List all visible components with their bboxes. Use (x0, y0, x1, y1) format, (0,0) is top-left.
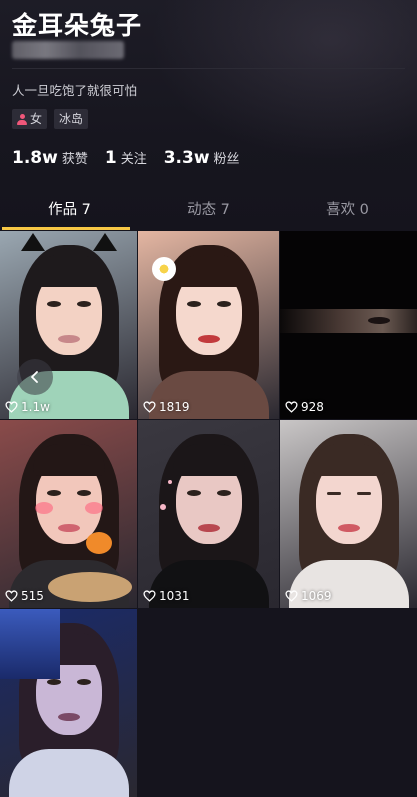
eye-right (217, 301, 231, 307)
redacted-user-id (12, 41, 124, 59)
flower-icon (152, 257, 176, 281)
tab-works-label: 作品 7 (48, 202, 91, 218)
video-thumbnail[interactable]: 1819 (137, 231, 279, 419)
lips-shape (57, 335, 80, 343)
like-count-text: 515 (21, 589, 44, 603)
profile-bio: 人一旦吃饱了就很可怕 (12, 83, 138, 98)
lips-shape (57, 713, 80, 721)
eye-right (76, 301, 91, 307)
profile-stats: 1.8w 获赞 1 关注 3.3w 粉丝 (12, 148, 257, 168)
gender-tag: 女 (12, 109, 48, 129)
tab-active-indicator (2, 227, 130, 230)
shirt-shape (8, 749, 129, 797)
stat-followers-label: 粉丝 (213, 152, 240, 167)
stat-followers-value: 3.3w (163, 148, 210, 168)
tab-activity-label: 动态 7 (187, 202, 230, 218)
profile-nickname: 金耳朵兔子 (12, 11, 143, 40)
video-thumbnail[interactable]: 1.1w (0, 231, 137, 419)
video-like-count: 1819 (143, 400, 190, 414)
eye-right (76, 679, 91, 685)
eye-left (46, 679, 61, 685)
blush-right (84, 502, 103, 514)
stat-followers[interactable]: 3.3w 粉丝 (164, 148, 240, 168)
video-grid: 1.1w 1819 928 515 1031 1069 (0, 231, 417, 797)
region-tag-label: 冰岛 (59, 112, 84, 126)
video-like-count: 515 (5, 589, 44, 603)
food-plate (48, 572, 132, 602)
bangs-shape (173, 444, 245, 476)
car-window (0, 609, 60, 679)
back-button[interactable] (17, 359, 53, 395)
cat-ear-right-icon (92, 233, 117, 251)
tab-activity[interactable]: 动态 7 (139, 196, 278, 230)
bangs-shape (32, 255, 105, 287)
eye-right (217, 490, 231, 496)
tab-likes[interactable]: 喜欢 0 (278, 196, 417, 230)
lips-shape (198, 524, 220, 532)
video-like-count: 928 (285, 400, 324, 414)
cat-ear-left-icon (20, 233, 45, 251)
heart-outline-icon (143, 401, 156, 413)
eye-right (357, 492, 371, 495)
eye-left (187, 301, 201, 307)
heart-outline-icon (5, 590, 18, 602)
heart-outline-icon (5, 401, 18, 413)
like-count-text: 1031 (159, 589, 190, 603)
profile-header: 金耳朵兔子 人一旦吃饱了就很可怕 女 冰岛 1.8w 获赞 1 关注 3.3w … (0, 0, 417, 230)
like-count-text: 928 (301, 400, 324, 414)
sparkle-decoration (168, 480, 172, 484)
eye-right (76, 490, 91, 496)
bangs-shape (32, 444, 105, 476)
video-thumbnail[interactable]: 928 (279, 231, 417, 419)
divider (12, 68, 405, 69)
video-like-count: 1031 (143, 589, 190, 603)
heart-outline-icon (285, 401, 298, 413)
video-like-count: 1.1w (5, 400, 50, 414)
header-background (150, 0, 417, 160)
region-tag: 冰岛 (54, 109, 89, 129)
video-like-count: 1069 (285, 589, 332, 603)
eye-left (327, 492, 341, 495)
gender-tag-label: 女 (30, 112, 43, 126)
heart-outline-icon (143, 590, 156, 602)
video-thumbnail[interactable]: 515 (0, 420, 137, 608)
eye-left (46, 301, 61, 307)
video-thumbnail[interactable]: 1031 (137, 420, 279, 608)
like-count-text: 1.1w (21, 400, 50, 414)
stat-following-label: 关注 (120, 152, 147, 167)
eye-left (46, 490, 61, 496)
video-thumbnail[interactable] (0, 609, 137, 797)
tab-works[interactable]: 作品 7 (0, 196, 139, 230)
bangs-shape (313, 444, 385, 476)
stat-likes[interactable]: 1.8w 获赞 (12, 148, 88, 168)
eye-left (187, 490, 201, 496)
video-frame-strip (280, 309, 417, 333)
sparkle-decoration (160, 504, 166, 510)
like-count-text: 1819 (159, 400, 190, 414)
like-count-text: 1069 (301, 589, 332, 603)
female-user-icon (17, 113, 27, 125)
bangs-shape (173, 255, 245, 287)
tab-likes-label: 喜欢 0 (326, 202, 369, 218)
chevron-left-icon (31, 371, 38, 383)
stat-likes-label: 获赞 (61, 152, 88, 167)
stat-following[interactable]: 1 关注 (105, 148, 147, 168)
video-frame-eye (368, 317, 390, 324)
stat-following-value: 1 (104, 148, 117, 168)
lips-shape (198, 335, 220, 343)
stat-likes-value: 1.8w (12, 148, 58, 168)
food-item (86, 532, 112, 554)
heart-outline-icon (285, 590, 298, 602)
blush-left (34, 502, 53, 514)
content-tabs: 作品 7 动态 7 喜欢 0 (0, 196, 417, 230)
video-thumbnail[interactable]: 1069 (279, 420, 417, 608)
lips-shape (338, 524, 360, 532)
lips-shape (57, 524, 80, 532)
